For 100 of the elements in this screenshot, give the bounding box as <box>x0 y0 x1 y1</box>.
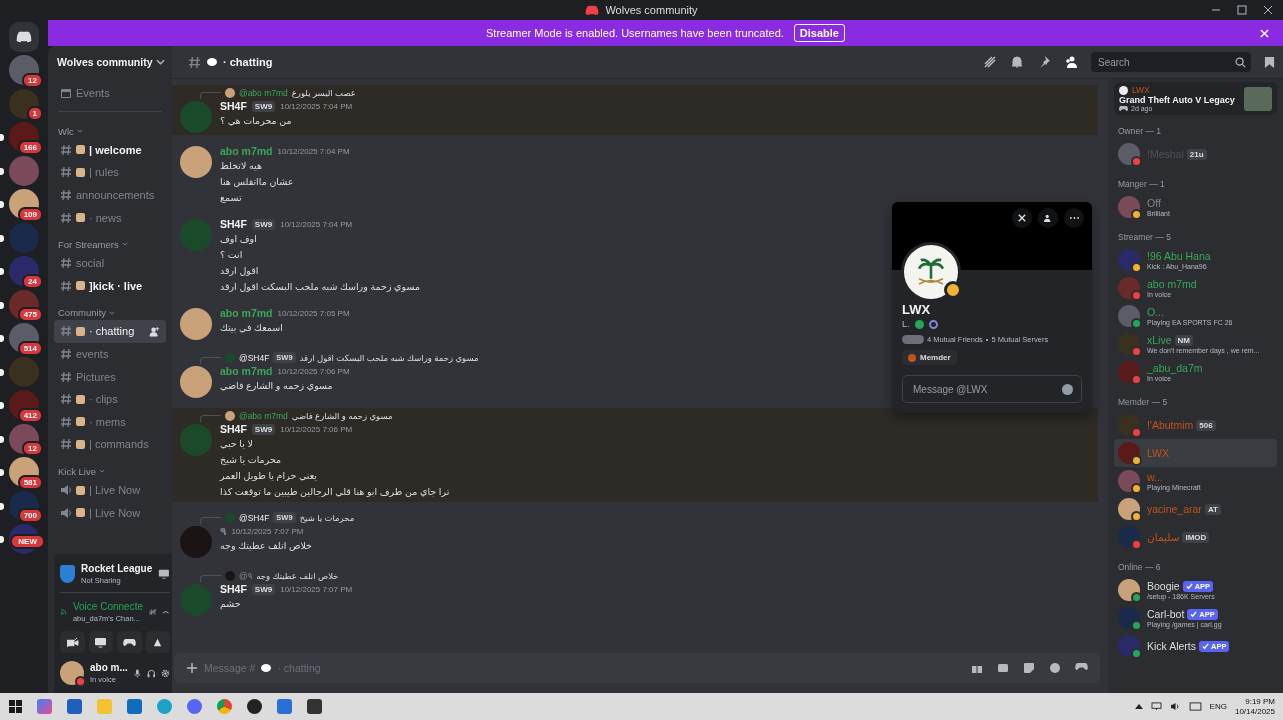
member-avatar[interactable] <box>1118 333 1140 355</box>
member-avatar[interactable] <box>1118 196 1140 218</box>
member-avatar[interactable] <box>1118 277 1140 299</box>
search-input[interactable]: Search <box>1096 55 1235 69</box>
channel-name[interactable]: ]kick · live <box>89 279 143 292</box>
member-avatar[interactable] <box>1118 579 1140 601</box>
channel-name[interactable]: social <box>76 257 105 270</box>
emoji-icon[interactable] <box>1062 383 1073 395</box>
channel-name[interactable]: Pictures <box>76 370 116 383</box>
category-header[interactable]: Community <box>58 307 107 319</box>
add-friend-button[interactable] <box>1038 208 1058 228</box>
chevron-down-icon[interactable] <box>109 310 116 315</box>
member-name[interactable]: سليمان <box>1147 530 1180 544</box>
user-avatar[interactable] <box>180 146 212 178</box>
events-link[interactable]: Events <box>76 87 110 100</box>
channel-name[interactable]: | commands <box>89 438 149 451</box>
plus-icon[interactable] <box>186 662 198 674</box>
member-name[interactable]: abo m7md <box>1147 278 1197 291</box>
gamepad-icon[interactable] <box>1075 662 1088 671</box>
bell-icon[interactable] <box>1010 55 1024 69</box>
screen-share-button[interactable] <box>88 631 113 653</box>
member-name[interactable]: !'Abutmim <box>1147 418 1194 432</box>
server-name[interactable]: Wolves community <box>57 56 153 68</box>
noise-suppression-icon[interactable] <box>149 606 157 618</box>
threads-icon[interactable] <box>983 55 997 69</box>
channel-name[interactable]: | Live Now <box>89 484 141 496</box>
member-avatar[interactable] <box>1118 414 1140 436</box>
reply-author[interactable]: @SH4F <box>239 352 270 363</box>
category-header[interactable]: Wlc <box>58 125 74 137</box>
home-button[interactable] <box>9 22 39 52</box>
message-author[interactable]: SH4F <box>220 100 247 112</box>
member-name[interactable]: !96 Abu Hana <box>1147 250 1211 263</box>
network-icon[interactable] <box>1150 702 1162 711</box>
member-name[interactable]: yacine_arar <box>1147 502 1202 516</box>
channel-name[interactable]: | welcome <box>89 143 142 156</box>
sticker-icon[interactable] <box>1023 662 1035 674</box>
message-author[interactable]: SH4F <box>220 218 247 230</box>
emoji-icon[interactable] <box>1049 662 1061 674</box>
member-avatar[interactable] <box>1118 361 1140 383</box>
channel-name[interactable]: · news <box>89 211 122 224</box>
message-author[interactable]: abo m7md <box>220 365 273 377</box>
member-name[interactable]: Off <box>1147 197 1161 210</box>
inbox-icon[interactable] <box>1264 55 1275 69</box>
reply-author[interactable]: @٩ <box>239 570 253 581</box>
member-avatar[interactable] <box>1118 143 1140 165</box>
language-indicator[interactable]: ENG <box>1209 702 1227 711</box>
windows-start-icon[interactable] <box>9 700 22 713</box>
user-avatar[interactable] <box>180 366 212 398</box>
category-header[interactable]: For Streamers <box>58 238 119 250</box>
member-name[interactable]: Kick Alerts <box>1147 639 1196 653</box>
caret-icon[interactable] <box>1134 704 1143 709</box>
channel-item[interactable]: · chatting <box>54 320 166 343</box>
app-icon[interactable] <box>247 699 262 714</box>
browser-icon[interactable] <box>217 699 232 714</box>
message-author[interactable]: ٩ <box>220 525 227 537</box>
channel-name[interactable]: · clips <box>89 393 118 406</box>
message-field[interactable]: Message @LWX <box>902 375 1082 403</box>
message-author[interactable]: SH4F <box>220 423 247 435</box>
member-name[interactable]: xLive <box>1147 334 1172 347</box>
member-avatar[interactable] <box>1118 635 1140 657</box>
close-icon[interactable] <box>1263 5 1273 15</box>
member-avatar[interactable] <box>1118 526 1140 548</box>
add-member-icon[interactable] <box>149 325 160 337</box>
disconnect-icon[interactable] <box>162 608 170 616</box>
member-avatar[interactable] <box>1118 249 1140 271</box>
user-avatar[interactable] <box>180 308 212 340</box>
search-field[interactable]: Search <box>1091 52 1251 72</box>
member-avatar[interactable] <box>1118 607 1140 629</box>
member-name[interactable]: O... <box>1147 306 1164 319</box>
clock-date[interactable]: 10/14/2025 <box>1234 706 1275 717</box>
message-author[interactable]: abo m7md <box>220 145 273 157</box>
message-input[interactable]: Message @LWX <box>911 382 1062 396</box>
activity-button[interactable] <box>117 631 142 653</box>
member-avatar[interactable] <box>1118 470 1140 492</box>
channel-name[interactable]: | Live Now <box>89 506 141 519</box>
channel-name[interactable]: events <box>76 348 109 361</box>
reply-author[interactable]: @abo m7md <box>239 410 288 421</box>
chat-app-icon[interactable] <box>187 699 202 714</box>
selected-member[interactable]: LWX <box>1114 439 1277 467</box>
member-name[interactable]: _abu_da7m <box>1147 362 1203 375</box>
maximize-icon[interactable] <box>1237 5 1247 15</box>
category-header[interactable]: Kick Live <box>58 465 96 477</box>
reply-author[interactable]: @abo m7md <box>239 87 288 98</box>
member-avatar[interactable] <box>1118 305 1140 327</box>
user-avatar[interactable] <box>60 661 84 685</box>
chevron-down-icon[interactable] <box>156 59 165 65</box>
volume-icon[interactable] <box>1169 702 1181 711</box>
member-avatar[interactable] <box>1118 442 1140 464</box>
disable-button[interactable]: Disable <box>793 24 845 42</box>
channel-name[interactable]: | rules <box>89 166 119 179</box>
keyboard-icon[interactable] <box>1188 702 1202 711</box>
members-icon[interactable] <box>1064 55 1078 69</box>
member-avatar[interactable] <box>1118 498 1140 520</box>
channel-name[interactable]: announcements <box>76 189 155 202</box>
message-author[interactable]: SH4F <box>220 583 247 595</box>
chevron-down-icon[interactable] <box>99 469 105 474</box>
more-button[interactable] <box>1064 208 1084 228</box>
gif-icon[interactable] <box>997 662 1009 674</box>
member-name[interactable]: w... <box>1147 471 1163 484</box>
chevron-down-icon[interactable] <box>76 129 83 134</box>
